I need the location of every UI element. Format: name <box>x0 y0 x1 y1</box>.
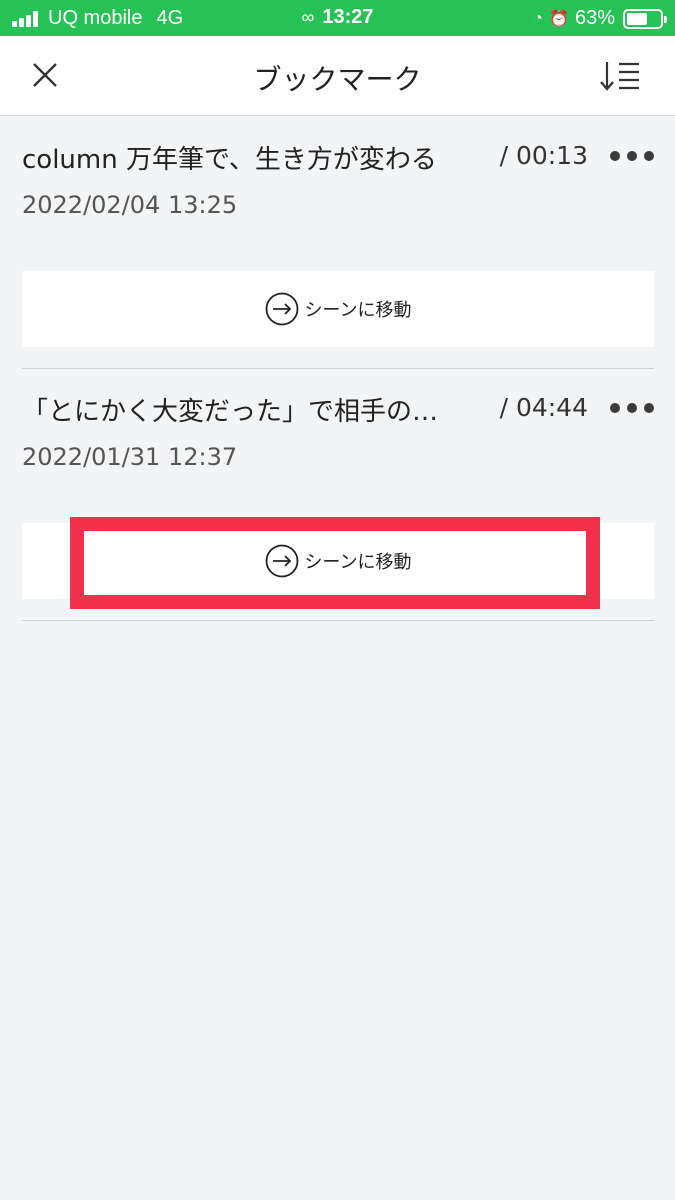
close-button[interactable] <box>28 58 62 92</box>
dot <box>644 403 654 413</box>
go-to-scene-label: シーンに移動 <box>304 300 412 321</box>
link-icon: ∞ <box>301 7 315 27</box>
close-icon <box>33 63 57 87</box>
bookmark-time: / 00:13 <box>499 141 588 170</box>
sort-icon <box>600 62 639 91</box>
dot <box>627 151 637 161</box>
bookmark-time: / 04:44 <box>499 393 588 422</box>
arrow-right-circle-icon <box>266 292 299 326</box>
more-options-button[interactable] <box>610 141 654 171</box>
dot <box>610 403 620 413</box>
bookmark-item[interactable]: 「とにかく大変だった」で相手の… / 04:44 2022/01/31 12:3… <box>22 369 654 621</box>
bookmark-date: 2022/01/31 12:37 <box>22 443 238 471</box>
alarm-icon: ⏰ <box>549 10 569 28</box>
more-options-button[interactable] <box>610 393 654 423</box>
bookmark-item[interactable]: column 万年筆で、生き方が変わる / 00:13 2022/02/04 1… <box>22 117 654 369</box>
bookmark-title: column 万年筆で、生き方が変わる <box>22 145 437 175</box>
battery-icon <box>623 8 667 29</box>
battery-percent: 63% <box>574 7 615 29</box>
go-to-scene-button[interactable]: シーンに移動 <box>22 271 654 347</box>
orientation-lock-icon: ◔ <box>533 9 544 27</box>
bookmark-title: 「とにかく大変だった」で相手の… <box>22 397 439 427</box>
go-to-scene-button[interactable]: シーンに移動 <box>22 523 654 599</box>
status-bar: UQ mobile 4G ∞ 13:27 ◔ ⏰ 63% <box>0 0 675 36</box>
arrow-right-circle-icon <box>266 544 299 578</box>
sort-button[interactable] <box>599 58 643 94</box>
battery-fill <box>627 12 648 25</box>
go-to-scene-label: シーンに移動 <box>304 552 412 573</box>
dot <box>627 403 637 413</box>
dot <box>644 151 654 161</box>
dot <box>610 151 620 161</box>
bookmark-date: 2022/02/04 13:25 <box>22 191 238 219</box>
clock: 13:27 <box>322 6 374 28</box>
page-title: ブックマーク <box>253 63 422 96</box>
status-right: ◔ ⏰ 63% <box>533 7 667 30</box>
header: ブックマーク <box>0 36 675 116</box>
